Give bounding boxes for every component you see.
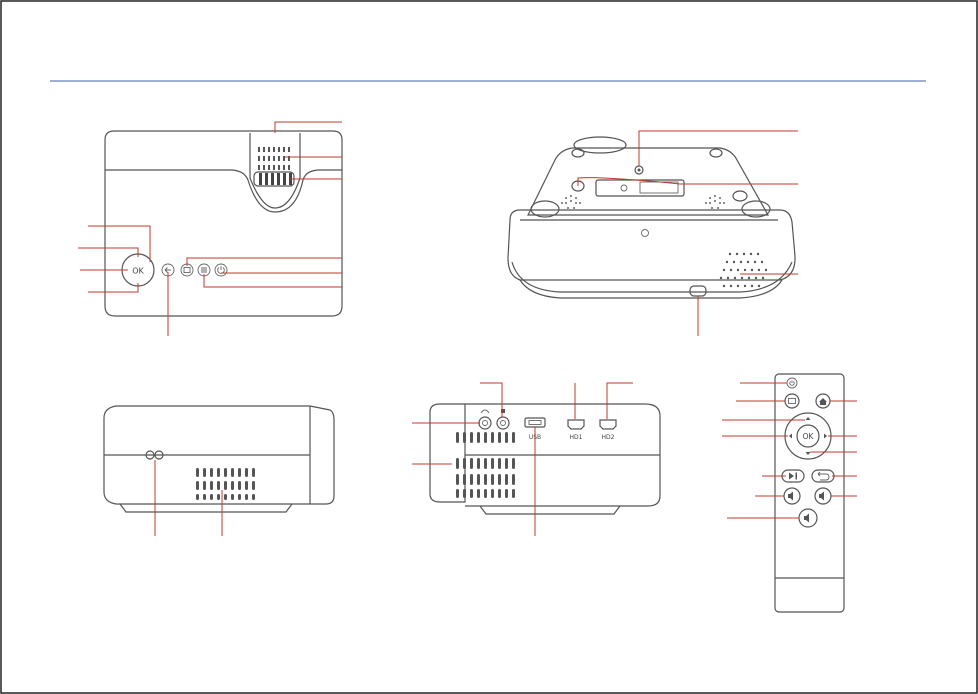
callout-line xyxy=(186,257,342,266)
av-jack xyxy=(496,416,510,430)
headphone-icon xyxy=(480,409,490,414)
diagram-canvas: OK USB HD1 HD2 OK xyxy=(0,0,978,694)
volume-up-icon xyxy=(819,491,824,501)
front-screw xyxy=(641,229,649,237)
up-arrow-icon xyxy=(805,417,811,420)
label-screw xyxy=(620,184,628,192)
down-arrow-icon xyxy=(805,452,811,455)
side-foot xyxy=(732,190,748,202)
focus-wheel xyxy=(253,171,295,187)
projector-side-view xyxy=(103,405,335,536)
play-pause-icon xyxy=(789,472,797,480)
bottom-speaker-right xyxy=(705,195,725,209)
return-icon xyxy=(817,471,830,481)
rear-view-lens-cap xyxy=(429,403,466,503)
lens-housing xyxy=(249,133,301,209)
callout-line xyxy=(606,382,633,419)
power-icon xyxy=(217,266,225,274)
input-source-icon xyxy=(183,267,191,273)
projector-bottom-view xyxy=(507,130,798,336)
top-vent-grille xyxy=(258,147,290,170)
lens-dome xyxy=(573,136,627,154)
power-icon xyxy=(789,380,795,386)
bottom-side-vent xyxy=(719,252,768,288)
callout-line xyxy=(480,382,503,417)
remote-body xyxy=(774,373,845,613)
usb-port xyxy=(524,417,546,428)
callout-line xyxy=(203,274,342,288)
menu-icon xyxy=(201,267,207,273)
callout-line xyxy=(88,225,151,262)
bottom-view-callouts xyxy=(577,130,798,336)
usb-port-inner xyxy=(528,420,542,425)
top-view-lid-edge xyxy=(105,169,342,213)
ok-button-label: OK xyxy=(132,267,144,276)
adjust-foot xyxy=(689,285,707,297)
page-frame xyxy=(0,0,978,694)
back-left-foot xyxy=(571,148,585,158)
left-arrow-icon xyxy=(789,433,792,439)
top-view-callouts xyxy=(78,121,342,336)
top-view-body xyxy=(104,130,343,317)
projector-diagram-page: OK USB HD1 HD2 OK xyxy=(0,0,978,694)
hdmi2-port-label: HD2 xyxy=(602,434,615,441)
volume-down-icon xyxy=(788,491,793,501)
remote-ok-label: OK xyxy=(803,432,815,441)
hdmi1-port xyxy=(567,419,585,430)
bottom-panel xyxy=(527,147,770,216)
remote-control: OK xyxy=(722,373,857,613)
projector-top-view: OK xyxy=(78,121,343,336)
menu-icon xyxy=(788,398,796,404)
hdmi2-port xyxy=(599,419,617,430)
back-arrow-icon xyxy=(164,267,171,273)
rear-view-base xyxy=(479,505,621,515)
bottom-view-lower-edge xyxy=(519,279,783,299)
rear-view-callouts xyxy=(412,382,633,536)
side-view-base xyxy=(119,503,293,513)
home-icon xyxy=(819,398,827,405)
mute-icon xyxy=(804,513,809,523)
headphone-jack xyxy=(478,416,492,430)
remote-menu-button xyxy=(784,393,800,409)
projector-rear-view: USB HD1 HD2 xyxy=(412,382,661,536)
callout-line xyxy=(577,177,798,186)
tripod-screw xyxy=(637,168,641,172)
headphone-jack-inner xyxy=(482,420,488,426)
callout-line xyxy=(78,247,139,257)
av-jack-inner xyxy=(500,420,506,426)
bottom-view-front-edge xyxy=(511,261,793,293)
hdmi1-port-label: HD1 xyxy=(570,434,583,441)
right-arrow-icon xyxy=(824,433,827,439)
back-right-foot xyxy=(709,148,723,158)
side-vent-grille xyxy=(196,468,255,500)
bottom-speaker-left xyxy=(561,195,581,209)
